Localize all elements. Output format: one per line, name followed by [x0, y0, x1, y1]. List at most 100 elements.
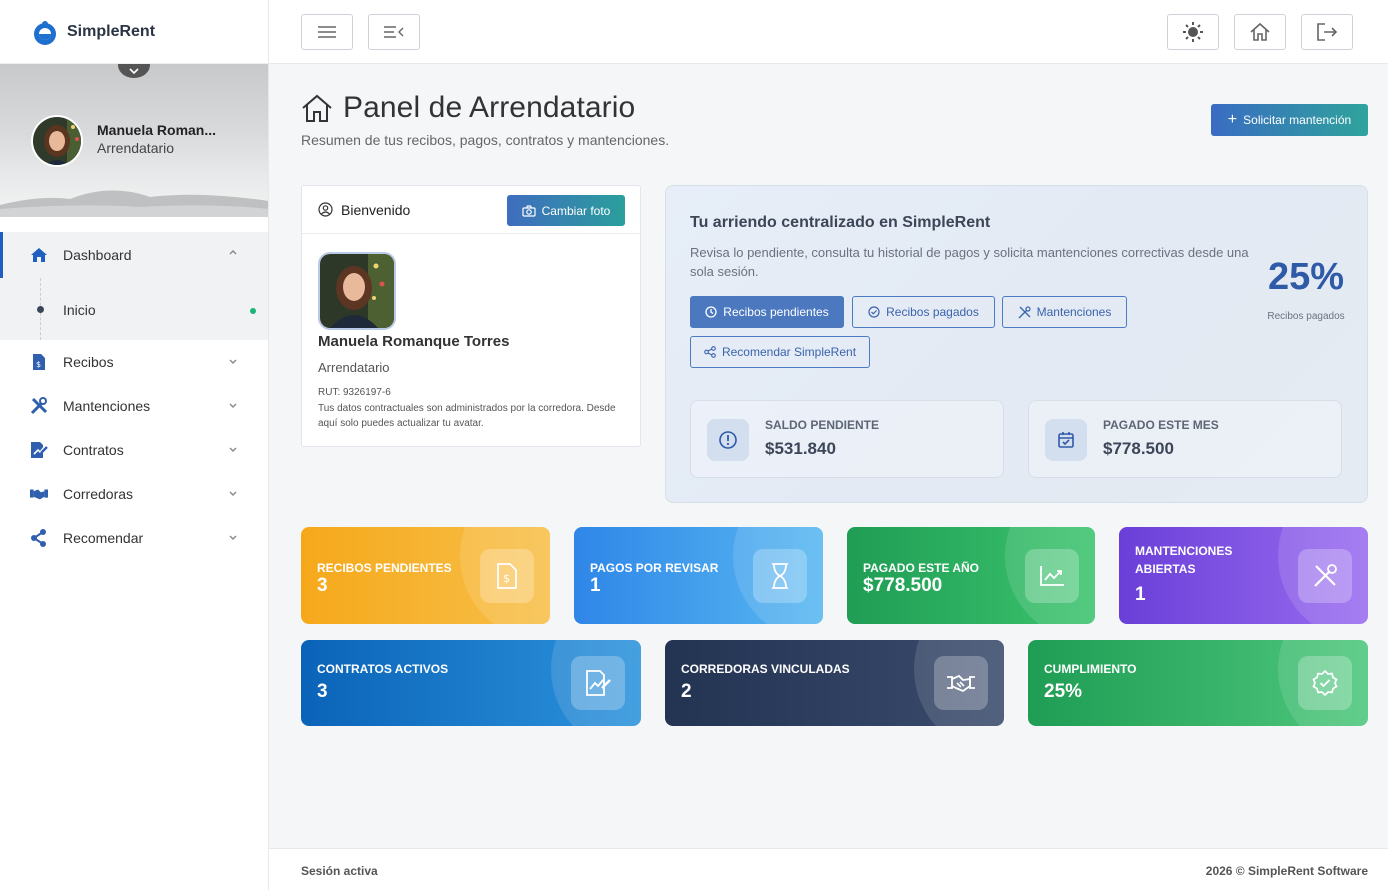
invoice-icon: $ [480, 549, 534, 603]
page-heading: Panel de Arrendatario [343, 91, 636, 124]
tools-icon [30, 397, 48, 415]
tools-icon [1298, 549, 1352, 603]
change-photo-label: Cambiar foto [541, 203, 611, 218]
avatar-photo [33, 117, 81, 165]
sidebar-item-label: Contratos [63, 442, 124, 458]
paid-this-month-label: PAGADO ESTE MES [1103, 418, 1219, 432]
pending-receipts-button[interactable]: Recibos pendientes [690, 296, 844, 328]
request-maintenance-label: Solicitar mantención [1243, 113, 1352, 127]
tools-icon [1018, 305, 1031, 318]
sidebar-subitem-inicio[interactable]: Inicio [0, 278, 268, 340]
contract-sign-icon [30, 441, 48, 459]
footer: Sesión activa 2026 © SimpleRent Software [269, 848, 1388, 890]
chart-trend-icon [1025, 549, 1079, 603]
stat-card-linked-brokers[interactable]: CORREDORAS VINCULADAS 2 [665, 640, 1004, 726]
check-circle-icon [868, 306, 880, 318]
active-indicator [250, 308, 256, 314]
collapse-menu-icon [384, 26, 404, 38]
sidebar: SimpleRent Manuela Roman... Arrendatario [0, 0, 269, 890]
sidebar-item-label: Recomendar [63, 530, 144, 546]
stat-card-compliance[interactable]: CUMPLIMIENTO 25% [1028, 640, 1368, 726]
maintenance-button[interactable]: Mantenciones [1002, 296, 1127, 328]
page-subtitle: Resumen de tus recibos, pagos, contratos… [301, 132, 670, 148]
pending-balance-card: SALDO PENDIENTE $531.840 [690, 400, 1004, 478]
sidebar-subitem-label: Inicio [63, 302, 96, 318]
pending-balance-value: $531.840 [765, 439, 836, 458]
sidebar-item-dashboard[interactable]: Dashboard [0, 232, 268, 278]
stat-value: 1 [590, 575, 601, 596]
logout-button[interactable] [1301, 14, 1353, 50]
home-icon [30, 246, 48, 264]
avatar[interactable] [31, 115, 83, 167]
sidebar-item-label: Dashboard [63, 247, 132, 263]
copyright: 2026 © SimpleRent Software [1205, 864, 1368, 878]
stat-card-active-contracts[interactable]: CONTRATOS ACTIVOS 3 [301, 640, 641, 726]
brand[interactable]: SimpleRent [0, 0, 268, 64]
recommend-label: Recomendar SimpleRent [721, 345, 857, 359]
plus-icon: + [1227, 111, 1238, 128]
sidebar-item-mantenciones[interactable]: Mantenciones [0, 384, 268, 428]
badge-check-icon [1298, 656, 1352, 710]
sidebar-item-contratos[interactable]: Contratos [0, 428, 268, 472]
profile-toggle-button[interactable] [118, 64, 150, 78]
user-full-name: Manuela Romanque Torres [318, 333, 510, 350]
camera-icon [522, 204, 536, 217]
user-circle-icon [318, 202, 333, 217]
sidebar-collapse-button[interactable] [368, 14, 420, 50]
home-button[interactable] [1234, 14, 1286, 50]
request-maintenance-button[interactable]: + Solicitar mantención [1211, 104, 1368, 136]
logout-icon [1317, 23, 1338, 41]
chevron-down-icon [229, 447, 237, 452]
sidebar-nav: Dashboard Inicio $ Recibos Mantenciones [0, 232, 268, 560]
session-status: Sesión activa [301, 864, 378, 878]
profile-name: Manuela Roman... [97, 122, 217, 138]
recommend-button[interactable]: Recomendar SimpleRent [690, 336, 870, 368]
stat-card-payments-review[interactable]: PAGOS POR REVISAR 1 [574, 527, 823, 624]
home-outline-icon [302, 94, 332, 122]
paid-receipts-button[interactable]: Recibos pagados [852, 296, 995, 328]
paid-receipts-label: Recibos pagados [886, 305, 979, 319]
stat-value: 2 [681, 681, 692, 702]
chevron-down-icon [229, 535, 237, 540]
stat-card-paid-year[interactable]: PAGADO ESTE AÑO $778.500 [847, 527, 1095, 624]
theme-toggle-button[interactable] [1167, 14, 1219, 50]
chevron-down-icon [229, 491, 237, 496]
stat-value: 3 [317, 575, 328, 596]
svg-text:$: $ [503, 572, 510, 585]
sidebar-item-label: Mantenciones [63, 398, 151, 414]
invoice-icon: $ [30, 353, 48, 371]
page-title: Panel de Arrendatario [301, 91, 635, 125]
stat-card-pending-receipts[interactable]: RECIBOS PENDIENTES 3 $ [301, 527, 550, 624]
brand-name: SimpleRent [67, 22, 156, 40]
stat-label: RECIBOS PENDIENTES [317, 561, 452, 575]
user-avatar [318, 252, 396, 330]
pending-receipts-label: Recibos pendientes [723, 305, 829, 319]
stat-label: PAGOS POR REVISAR [590, 561, 719, 575]
welcome-card: Bienvenido Cambiar foto Manuela Romanque… [301, 185, 641, 447]
chevron-down-icon [229, 359, 237, 364]
paid-percentage-label: Recibos pagados [1267, 311, 1345, 322]
profile-role: Arrendatario [97, 140, 175, 156]
summary-description: Revisa lo pendiente, consulta tu histori… [690, 245, 1249, 279]
stat-card-open-maintenance[interactable]: MANTENCIONES ABIERTAS 1 [1119, 527, 1368, 624]
share-icon [704, 346, 716, 358]
stat-value: 25% [1044, 681, 1083, 702]
profile-panel: Manuela Roman... Arrendatario [0, 64, 268, 217]
paid-percentage: 25% [1267, 256, 1345, 298]
summary-panel: Tu arriendo centralizado en SimpleRent R… [665, 185, 1368, 503]
stat-label: MANTENCIONES ABIERTAS [1135, 544, 1233, 576]
stat-label: CONTRATOS ACTIVOS [317, 662, 449, 676]
sidebar-item-recibos[interactable]: $ Recibos [0, 340, 268, 384]
alert-circle-icon [707, 419, 749, 461]
sidebar-item-corredoras[interactable]: Corredoras [0, 472, 268, 516]
home-outline-icon [1250, 22, 1270, 41]
topbar [269, 0, 1388, 64]
sidebar-item-recomendar[interactable]: Recomendar [0, 516, 268, 560]
change-photo-button[interactable]: Cambiar foto [507, 195, 625, 226]
sun-icon [1183, 22, 1203, 42]
handshake-icon [30, 485, 48, 503]
menu-toggle-button[interactable] [301, 14, 353, 50]
sidebar-item-label: Corredoras [63, 486, 134, 502]
share-icon [30, 529, 48, 547]
hourglass-icon [753, 549, 807, 603]
